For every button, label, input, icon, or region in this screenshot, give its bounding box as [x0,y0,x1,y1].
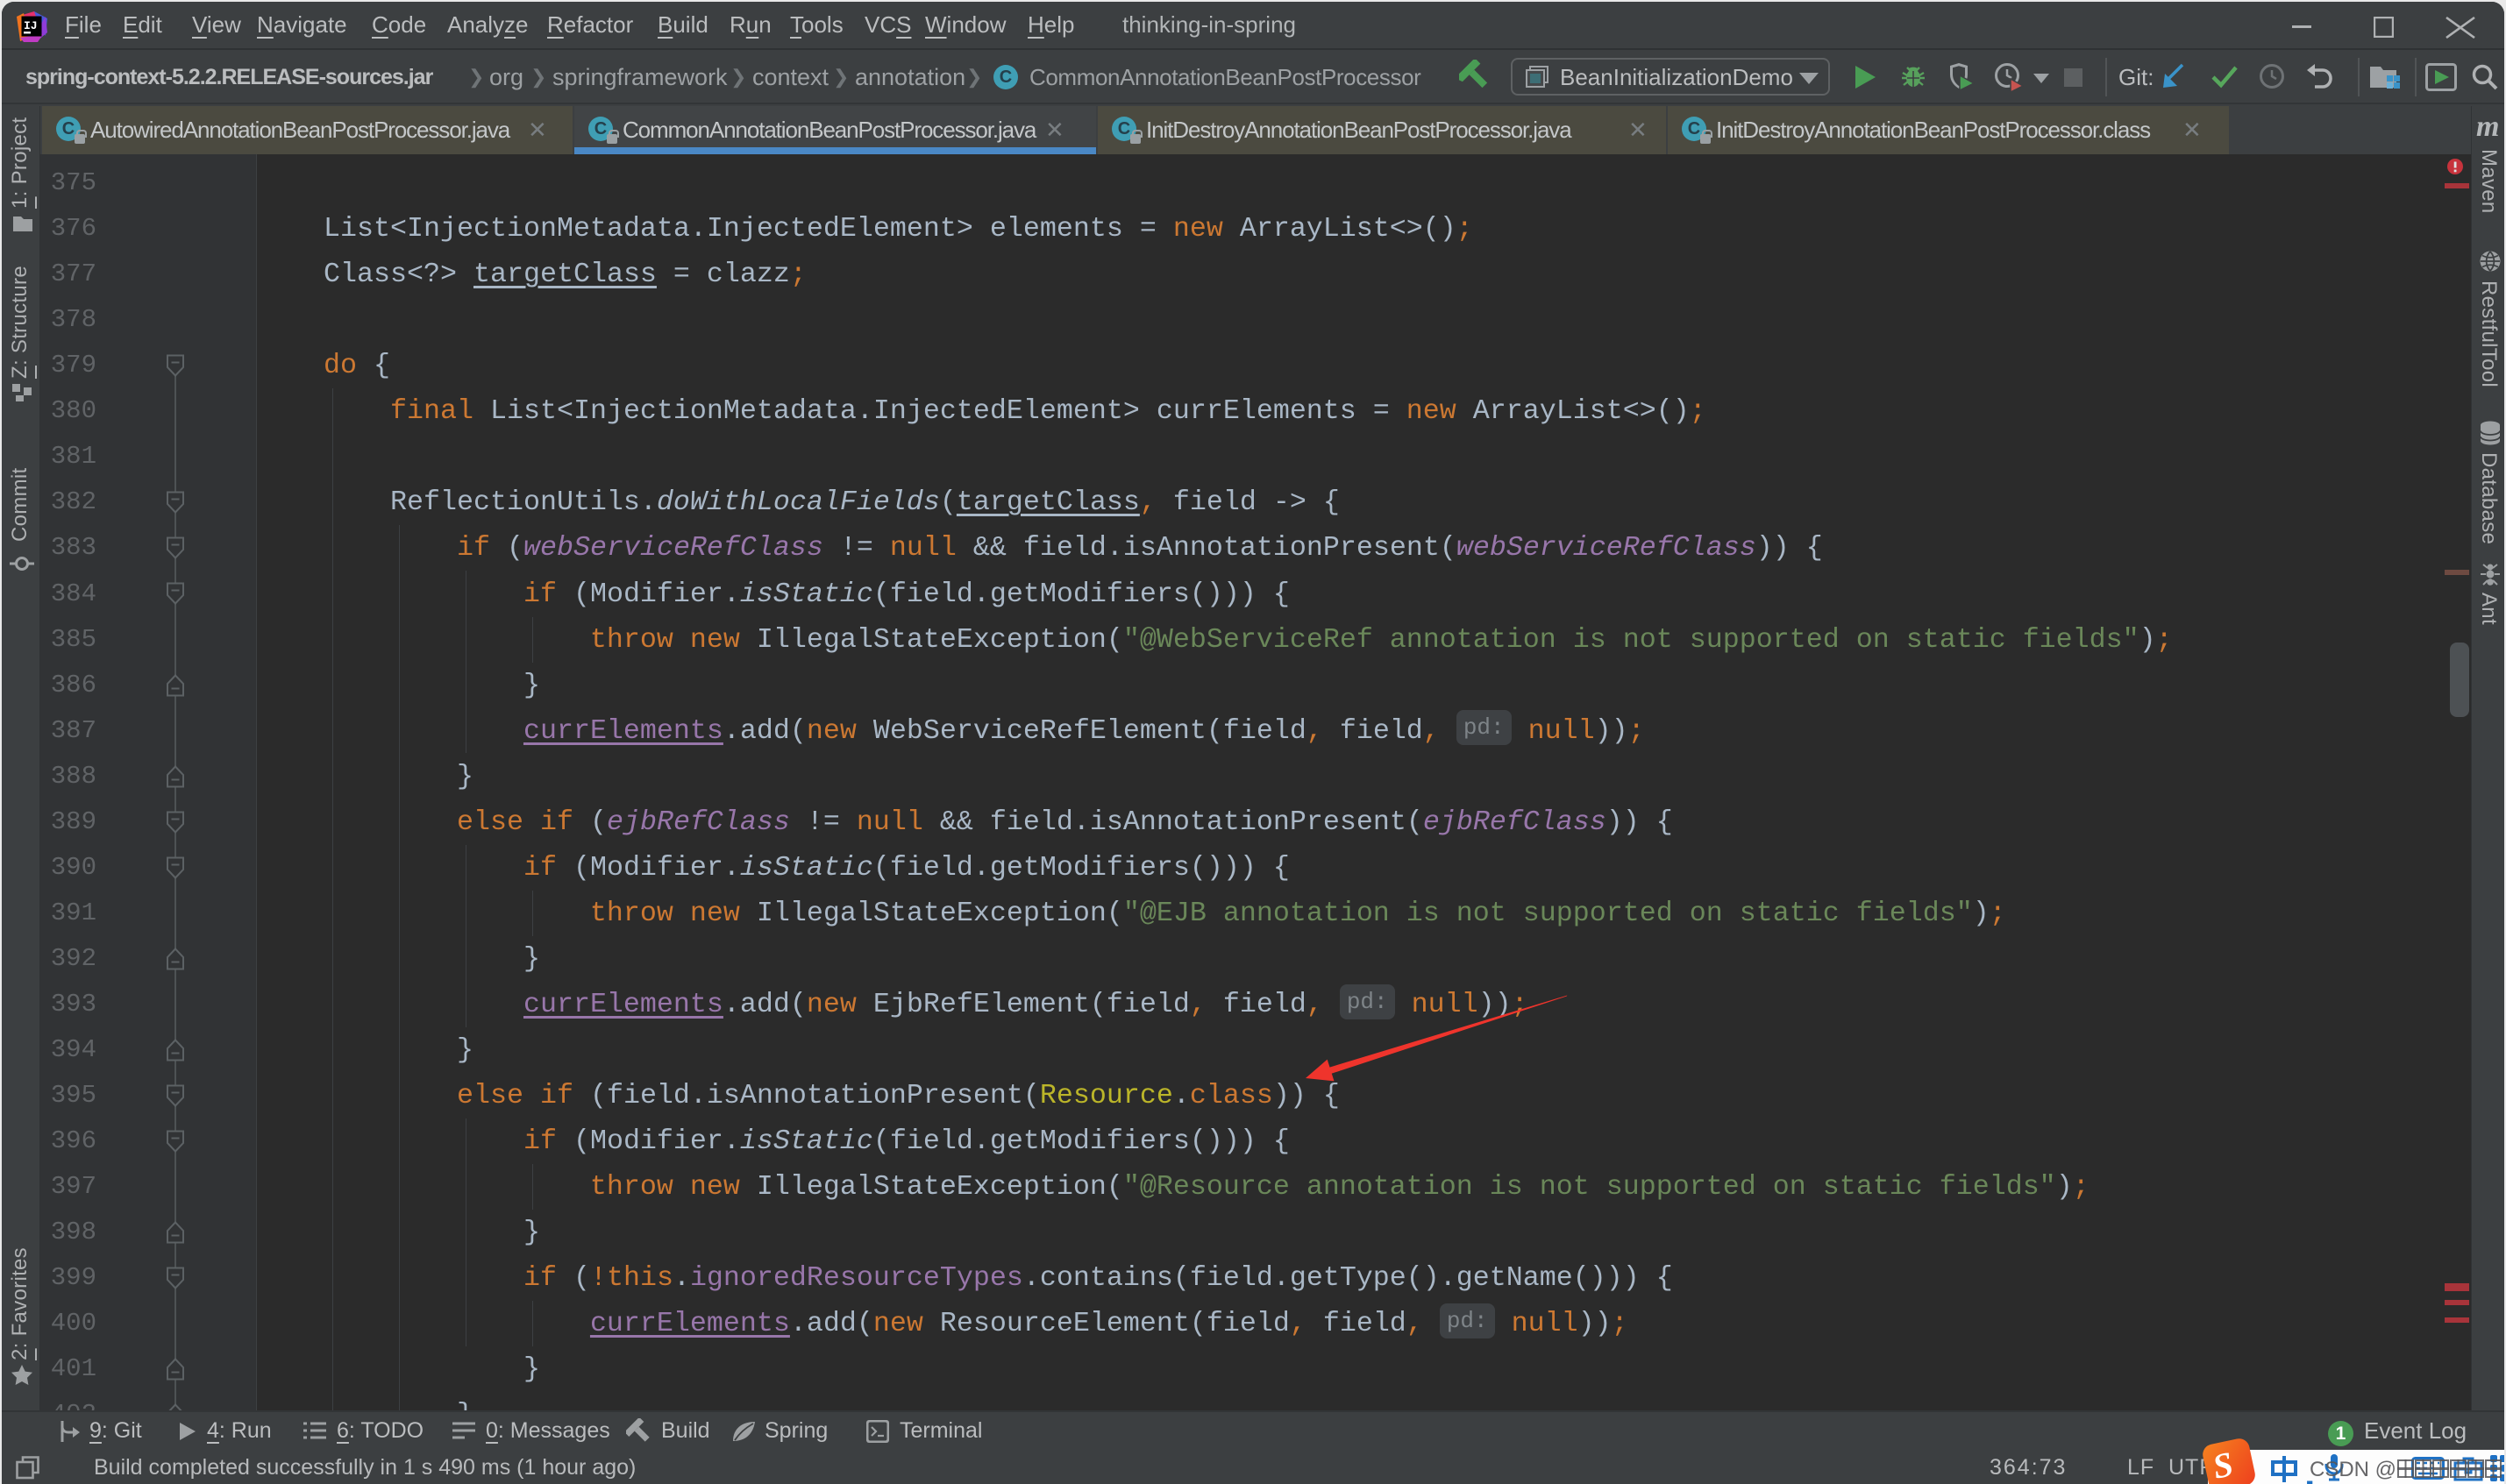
svg-text:IJ: IJ [24,19,38,32]
